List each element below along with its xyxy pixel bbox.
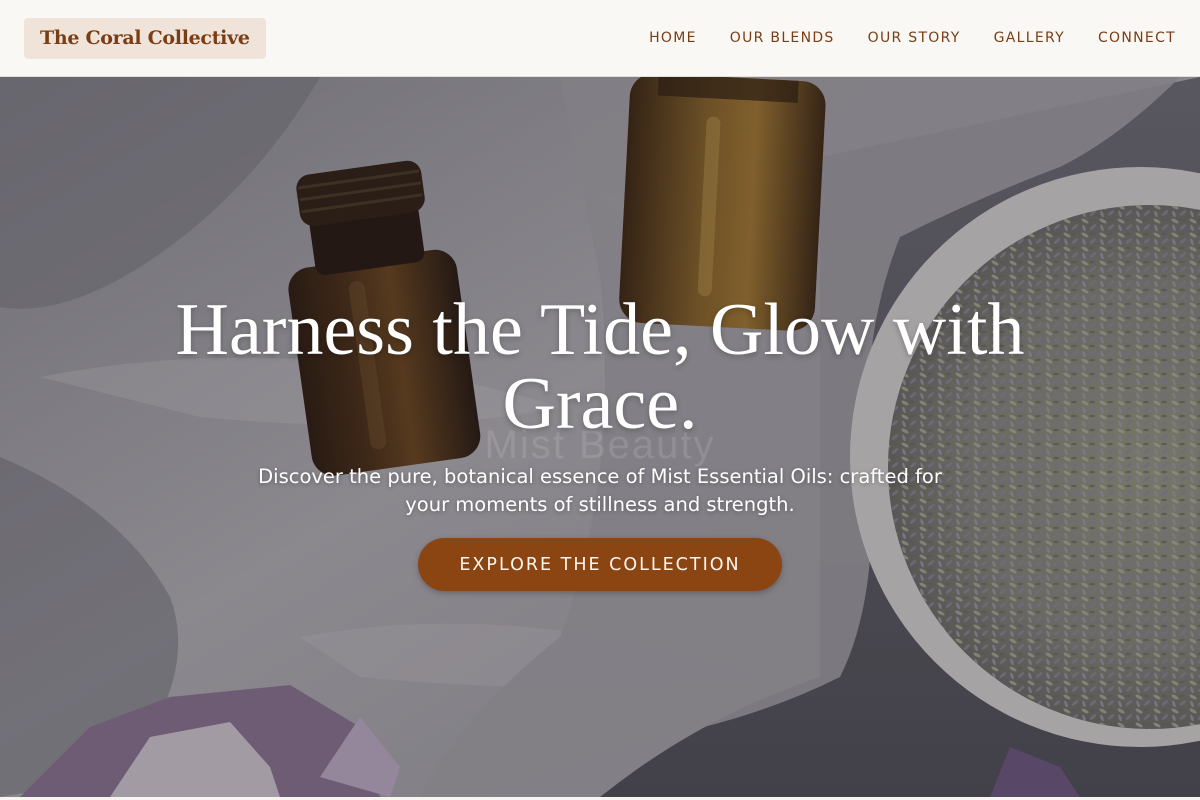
hero-title: Harness the Tide, Glow with Grace. [175,289,1025,445]
nav-connect[interactable]: CONNECT [1098,30,1176,46]
brand-logo[interactable]: The Coral Collective [24,17,266,59]
nav-our-blends[interactable]: OUR BLENDS [730,30,835,46]
site-header: The Coral Collective HOME OUR BLENDS OUR… [0,0,1200,77]
nav-home[interactable]: HOME [649,30,697,46]
explore-collection-button[interactable]: EXPLORE THE COLLECTION [418,538,782,591]
nav-our-story[interactable]: OUR STORY [868,30,961,46]
nav-gallery[interactable]: GALLERY [994,30,1065,46]
hero-content: Mist Beauty Harness the Tide, Glow with … [0,77,1200,797]
main-nav: HOME OUR BLENDS OUR STORY GALLERY CONNEC… [616,30,1176,46]
hero-section: Mist Beauty Harness the Tide, Glow with … [0,77,1200,797]
hero-subtitle: Discover the pure, botanical essence of … [258,465,942,516]
